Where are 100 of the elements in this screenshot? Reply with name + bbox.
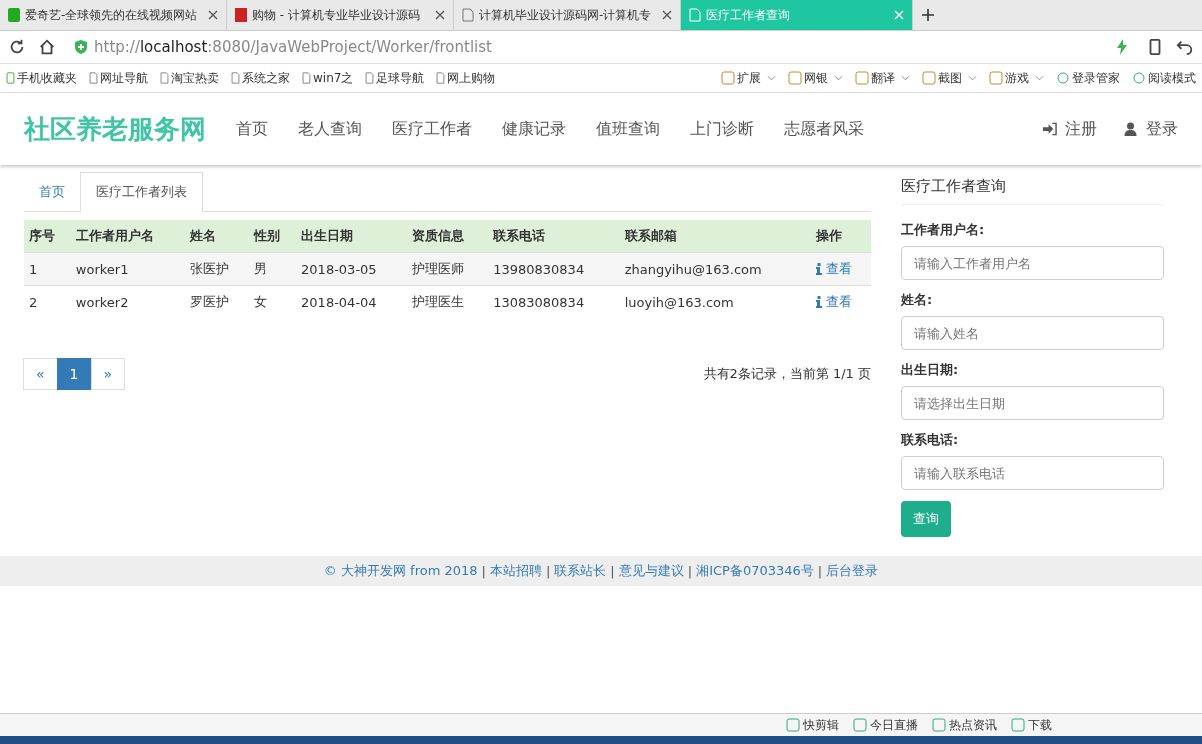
toolbar-button[interactable]: 扩展 — [721, 69, 776, 87]
toolbar-button[interactable]: 翻译 — [855, 69, 910, 87]
input-field[interactable]: 请输入姓名 — [901, 316, 1164, 350]
square-icon — [855, 71, 869, 85]
status-bar-item[interactable]: 今日直播 — [853, 716, 918, 734]
close-icon[interactable] — [208, 10, 218, 20]
column-header: 操作 — [811, 220, 871, 253]
circle-icon — [1056, 71, 1070, 85]
separator: | — [481, 563, 486, 579]
user-icon — [1123, 122, 1138, 136]
reload-icon[interactable] — [8, 38, 26, 56]
field-label: 出生日期: — [901, 361, 960, 379]
table-cell: 13083080834 — [488, 285, 620, 318]
nav-link[interactable]: 健康记录 — [502, 118, 566, 140]
column-header: 序号 — [24, 220, 71, 253]
user-link[interactable]: 登录 — [1123, 118, 1178, 140]
field-label: 联系电话: — [901, 431, 960, 449]
video-site-icon — [8, 8, 20, 22]
footer-link[interactable]: 湘ICP备0703346号 — [696, 562, 814, 580]
circle-icon — [1132, 71, 1146, 85]
square-icon — [989, 71, 1003, 85]
undo-icon[interactable] — [1176, 38, 1194, 56]
panel-title: 医疗工作者查询 — [901, 173, 1164, 205]
square-icon — [1011, 718, 1025, 732]
table-cell: luoyih@163.com — [619, 285, 812, 318]
page-number-button[interactable]: 1 — [56, 358, 92, 390]
sign-in-icon — [1042, 122, 1057, 136]
table-cell: worker1 — [70, 252, 186, 286]
browser-tab[interactable]: 购物 - 计算机专业毕业设计源码 — [227, 0, 454, 30]
table-cell: 张医护 — [185, 252, 250, 286]
home-icon[interactable] — [38, 38, 56, 56]
status-bar-item[interactable]: 热点资讯 — [932, 716, 997, 734]
toolbar-button[interactable]: 网银 — [788, 69, 843, 87]
table-cell: 13980830834 — [488, 252, 620, 286]
square-icon — [721, 71, 735, 85]
table-cell: worker2 — [70, 285, 186, 318]
input-field[interactable]: 请选择出生日期 — [901, 386, 1164, 420]
bookmark-link[interactable]: 手机收藏夹 — [6, 69, 77, 87]
input-field[interactable]: 请输入工作者用户名 — [901, 246, 1164, 280]
footer-link[interactable]: © 大神开发网 from 2018 — [323, 562, 478, 580]
field-label: 工作者用户名: — [901, 221, 986, 239]
footer-link[interactable]: 意见与建议 — [618, 562, 684, 580]
bookmark-link[interactable]: win7之 — [302, 69, 354, 87]
table-cell: 2018-04-04 — [296, 285, 408, 318]
separator: | — [545, 563, 551, 579]
column-header: 性别 — [249, 220, 297, 253]
record-summary: 共有2条记录，当前第 1/1 页 — [703, 365, 871, 383]
separator: | — [817, 563, 823, 579]
nav-link[interactable]: 首页 — [236, 118, 268, 140]
bookmark-link[interactable]: 足球导航 — [365, 69, 425, 87]
new-tab-icon[interactable] — [922, 9, 934, 21]
page-icon — [436, 72, 446, 84]
separator: | — [610, 563, 615, 579]
footer-link[interactable]: 本站招聘 — [489, 562, 542, 580]
bookmark-link[interactable]: 系统之家 — [231, 69, 290, 87]
caret-icon — [767, 75, 776, 81]
bookmark-link[interactable]: 网上购物 — [436, 69, 496, 87]
status-bar-item[interactable]: 快剪辑 — [786, 716, 839, 734]
shield-icon — [74, 40, 88, 54]
browser-tab[interactable]: 爱奇艺-全球领先的在线视频网站 — [0, 0, 227, 30]
input-field[interactable]: 请输入联系电话 — [901, 456, 1164, 490]
info-icon — [816, 296, 823, 308]
page-tab[interactable]: 首页 — [24, 173, 80, 211]
square-icon — [853, 718, 867, 732]
field-label: 姓名: — [901, 291, 934, 309]
nav-link[interactable]: 上门诊断 — [690, 118, 754, 140]
bookmark-link[interactable]: 网址导航 — [89, 69, 148, 87]
nav-link[interactable]: 志愿者风采 — [784, 118, 864, 140]
close-icon[interactable] — [435, 10, 445, 20]
close-icon[interactable] — [662, 10, 672, 20]
toolbar-button[interactable]: 阅读模式 — [1132, 69, 1196, 87]
footer-link[interactable]: 联系站长 — [554, 562, 607, 580]
table-cell: 护理医生 — [407, 285, 489, 318]
column-header: 姓名 — [185, 220, 250, 253]
page-icon — [365, 72, 375, 84]
phone-icon — [6, 72, 15, 84]
view-link[interactable]: 查看 — [816, 260, 853, 278]
lightning-icon — [1116, 39, 1128, 55]
table-cell: 2 — [24, 285, 71, 318]
view-link[interactable]: 查看 — [816, 293, 853, 311]
toolbar-button[interactable]: 登录管家 — [1056, 69, 1120, 87]
toolbar-button[interactable]: 游戏 — [989, 69, 1044, 87]
footer-link[interactable]: 后台登录 — [826, 562, 879, 580]
table-cell: 男 — [249, 252, 297, 286]
table-cell: 2018-03-05 — [296, 252, 408, 286]
column-header: 出生日期 — [296, 220, 408, 253]
nav-link[interactable]: 老人查询 — [298, 118, 362, 140]
separator: | — [687, 563, 693, 579]
nav-link[interactable]: 值班查询 — [596, 118, 660, 140]
nav-link[interactable]: 医疗工作者 — [392, 118, 472, 140]
user-link[interactable]: 注册 — [1042, 118, 1097, 140]
toolbar-button[interactable]: 截图 — [922, 69, 977, 87]
address-bar[interactable]: http://localhost:8080/JavaWebProject/Worker/frontlist — [68, 34, 1134, 60]
page-tab[interactable]: 医疗工作者列表 — [80, 172, 203, 212]
caret-icon — [901, 75, 910, 81]
status-bar-item[interactable]: 下载 — [1011, 716, 1052, 734]
square-icon — [788, 71, 802, 85]
next-page-button[interactable]: » — [90, 358, 126, 390]
bookmark-link[interactable]: 淘宝热卖 — [160, 69, 219, 87]
caret-icon — [834, 75, 843, 81]
